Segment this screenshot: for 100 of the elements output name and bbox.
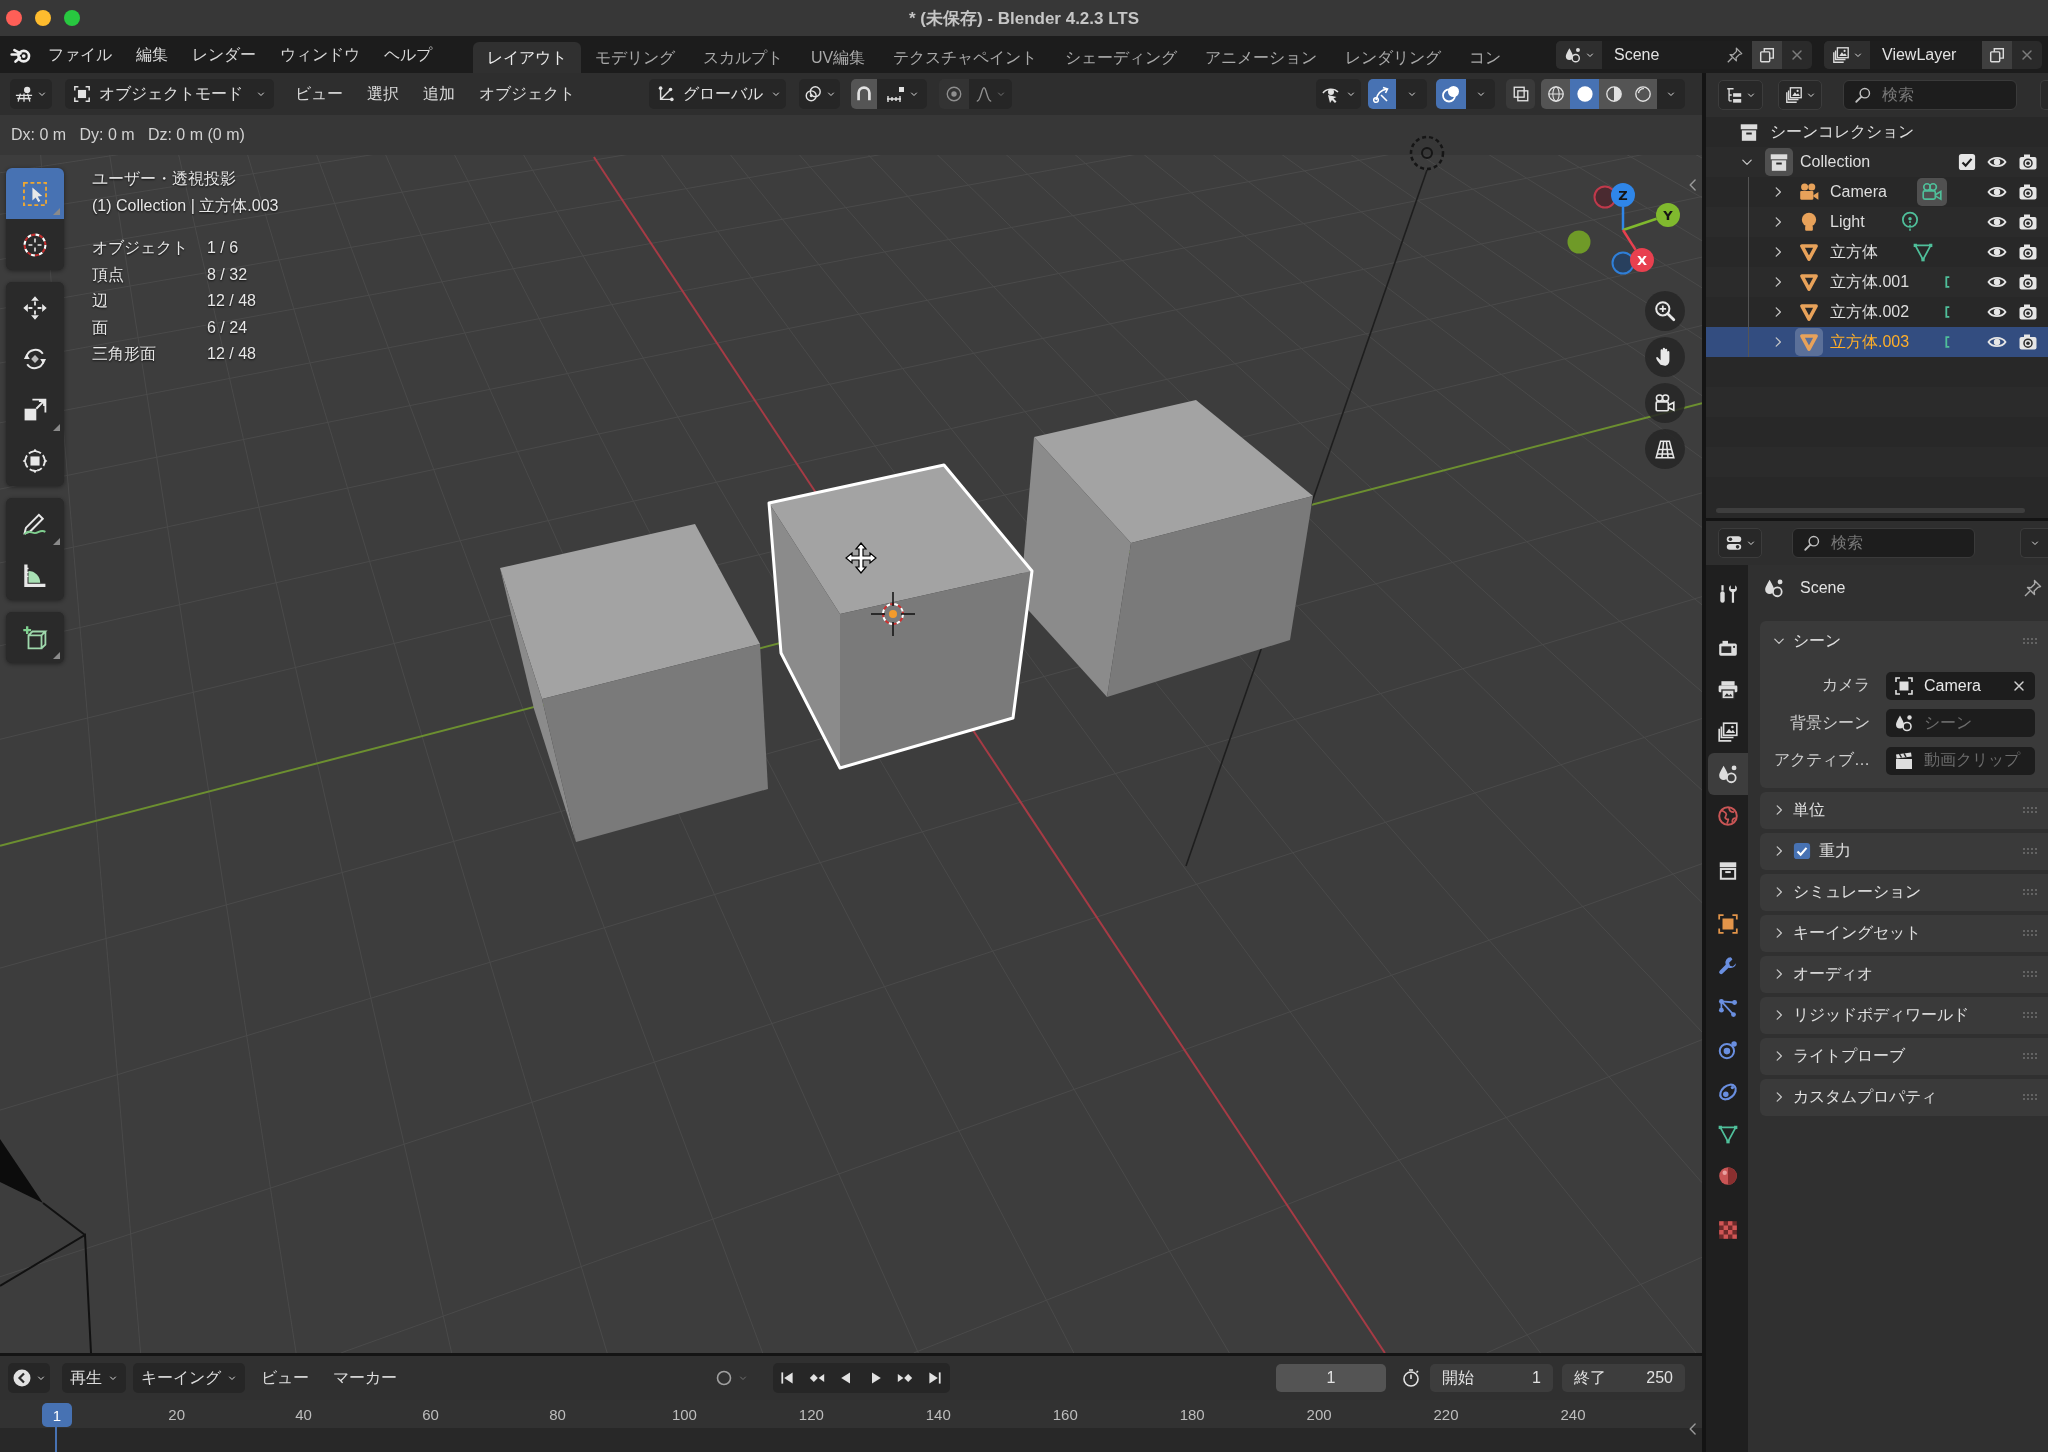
overlays-toggle[interactable] xyxy=(1436,79,1466,109)
scene-name-field[interactable]: Scene xyxy=(1602,40,1752,69)
tool-button[interactable] xyxy=(6,498,64,549)
end-frame-field[interactable]: 終了 250 xyxy=(1562,1364,1685,1392)
panel-header[interactable]: リジッドボディワールド xyxy=(1760,996,2048,1034)
menu-item[interactable]: ウィンドウ xyxy=(268,39,372,70)
panel-header[interactable]: 重力 xyxy=(1760,832,2048,870)
snap-toggle[interactable] xyxy=(851,79,877,109)
cube[interactable] xyxy=(500,524,768,842)
camera-icon[interactable] xyxy=(2018,152,2038,172)
camera-data-icon[interactable] xyxy=(1916,178,1947,206)
tree-row[interactable]: シーンコレクション xyxy=(1706,117,2048,147)
gizmo-negative-axis-handles[interactable] xyxy=(1567,185,1635,275)
tool-button[interactable] xyxy=(6,549,64,600)
tree-row[interactable]: 立方体.002 xyxy=(1706,297,2048,327)
workspace-tab[interactable]: アニメーション xyxy=(1191,42,1332,73)
camera-view-button[interactable] xyxy=(1645,383,1685,423)
shading-mode-button[interactable] xyxy=(1599,79,1628,109)
panel-header[interactable]: オーディオ xyxy=(1760,955,2048,993)
xray-toggle[interactable] xyxy=(1506,79,1535,109)
view-layer-name-field[interactable]: ViewLayer xyxy=(1870,40,1982,69)
snap-target-dropdown[interactable] xyxy=(877,79,927,109)
drag-handle-icon[interactable] xyxy=(2022,970,2038,978)
menu-item[interactable]: ビュー xyxy=(283,79,355,109)
drag-handle-icon[interactable] xyxy=(2022,1052,2038,1060)
menu-item[interactable]: ファイル xyxy=(36,39,124,70)
tree-row[interactable]: 立方体.001 xyxy=(1706,267,2048,297)
gizmo-axis-handle[interactable]: Z xyxy=(1611,183,1635,207)
pan-view-button[interactable] xyxy=(1645,337,1685,377)
panel-header[interactable]: キーイングセット xyxy=(1760,914,2048,952)
workspace-tab[interactable]: レイアウト xyxy=(473,42,581,73)
proportional-editing-toggle[interactable] xyxy=(939,79,969,109)
drag-handle-icon[interactable] xyxy=(2022,888,2038,896)
minimize-window-button[interactable] xyxy=(35,10,51,26)
tool-button[interactable] xyxy=(6,219,64,270)
menu-item[interactable]: オブジェクト xyxy=(467,79,587,109)
projection-toggle-button[interactable] xyxy=(1645,429,1685,469)
tool-button[interactable] xyxy=(6,612,64,663)
dropdown-menu[interactable]: キーイング xyxy=(133,1363,245,1393)
drag-handle-icon[interactable] xyxy=(2022,806,2038,814)
gizmo-axis-handle[interactable]: X xyxy=(1630,248,1654,272)
view-layer-filter-dropdown[interactable] xyxy=(1778,80,1822,110)
properties-tab[interactable] xyxy=(1708,753,1748,795)
menu-item[interactable]: 編集 xyxy=(124,39,180,70)
panel-header[interactable]: ライトプローブ xyxy=(1760,1037,2048,1075)
tree-row[interactable]: Light xyxy=(1706,207,2048,237)
workspace-tab[interactable]: シェーディング xyxy=(1051,42,1192,73)
new-view-layer-button[interactable] xyxy=(1982,40,2012,69)
panel-header[interactable]: シーン xyxy=(1760,621,2048,661)
editor-type-button[interactable] xyxy=(10,79,52,109)
workspace-tab[interactable]: テクスチャペイント xyxy=(879,42,1052,73)
scene-browse-button[interactable] xyxy=(1556,40,1602,69)
editor-type-button[interactable] xyxy=(1718,528,1762,558)
camera-icon[interactable] xyxy=(2018,182,2038,202)
orientation-dropdown[interactable]: グローバル xyxy=(649,79,786,109)
pivot-point-dropdown[interactable] xyxy=(799,79,840,109)
search-field[interactable]: 検索 xyxy=(1843,80,2017,110)
current-frame-field[interactable]: 1 xyxy=(1276,1364,1386,1392)
tool-button[interactable] xyxy=(6,282,64,333)
tree-row[interactable]: 立方体 xyxy=(1706,237,2048,267)
start-frame-field[interactable]: 開始 1 xyxy=(1430,1364,1553,1392)
camera-icon[interactable] xyxy=(2018,302,2038,322)
workspace-tab[interactable]: UV編集 xyxy=(797,42,880,73)
tree-row[interactable]: Camera xyxy=(1706,177,2048,207)
tree-row[interactable]: Collection xyxy=(1706,147,2048,177)
shading-mode-button[interactable] xyxy=(1628,79,1657,109)
panel-header[interactable]: シミュレーション xyxy=(1760,873,2048,911)
object-field[interactable]: Camera xyxy=(1886,671,2035,700)
view-layer-browse-button[interactable] xyxy=(1824,40,1870,69)
menu-item[interactable]: ヘルプ xyxy=(372,39,444,70)
menu-item[interactable]: ビュー xyxy=(253,1363,317,1393)
display-mode-dropdown[interactable] xyxy=(1718,80,1763,110)
mode-dropdown[interactable]: オブジェクトモード xyxy=(65,79,274,109)
drag-handle-icon[interactable] xyxy=(2022,1093,2038,1101)
menu-item[interactable]: 追加 xyxy=(411,79,467,109)
camera-icon[interactable] xyxy=(2018,242,2038,262)
tool-button[interactable] xyxy=(6,435,64,486)
drag-handle-icon[interactable] xyxy=(2022,929,2038,937)
search-field[interactable]: 検索 xyxy=(1792,528,1975,558)
new-scene-button[interactable] xyxy=(1752,40,1782,69)
drag-handle-icon[interactable] xyxy=(2022,1011,2038,1019)
visibility-dropdown[interactable] xyxy=(1316,79,1361,109)
drag-handle-icon[interactable] xyxy=(2022,847,2038,855)
pin-icon[interactable] xyxy=(2023,578,2043,598)
panel-header[interactable]: カスタムプロパティ xyxy=(1760,1078,2048,1116)
close-window-button[interactable] xyxy=(6,10,22,26)
camera-icon[interactable] xyxy=(2018,212,2038,232)
menu-item[interactable]: レンダー xyxy=(180,39,268,70)
checkbox[interactable] xyxy=(1958,153,1976,171)
drag-handle-icon[interactable] xyxy=(2022,637,2038,645)
shading-mode-button[interactable] xyxy=(1541,79,1570,109)
gizmo-toggle[interactable] xyxy=(1368,79,1396,109)
camera-icon[interactable] xyxy=(2018,332,2038,352)
workspace-tab[interactable]: コン xyxy=(1455,42,1516,73)
workspace-tab[interactable]: レンダリング xyxy=(1331,42,1456,73)
zoom-window-button[interactable] xyxy=(64,10,80,26)
camera-icon[interactable] xyxy=(2018,272,2038,292)
panel-header[interactable]: 単位 xyxy=(1760,791,2048,829)
menu-item[interactable]: 選択 xyxy=(355,79,411,109)
checkbox[interactable] xyxy=(1793,842,1811,860)
